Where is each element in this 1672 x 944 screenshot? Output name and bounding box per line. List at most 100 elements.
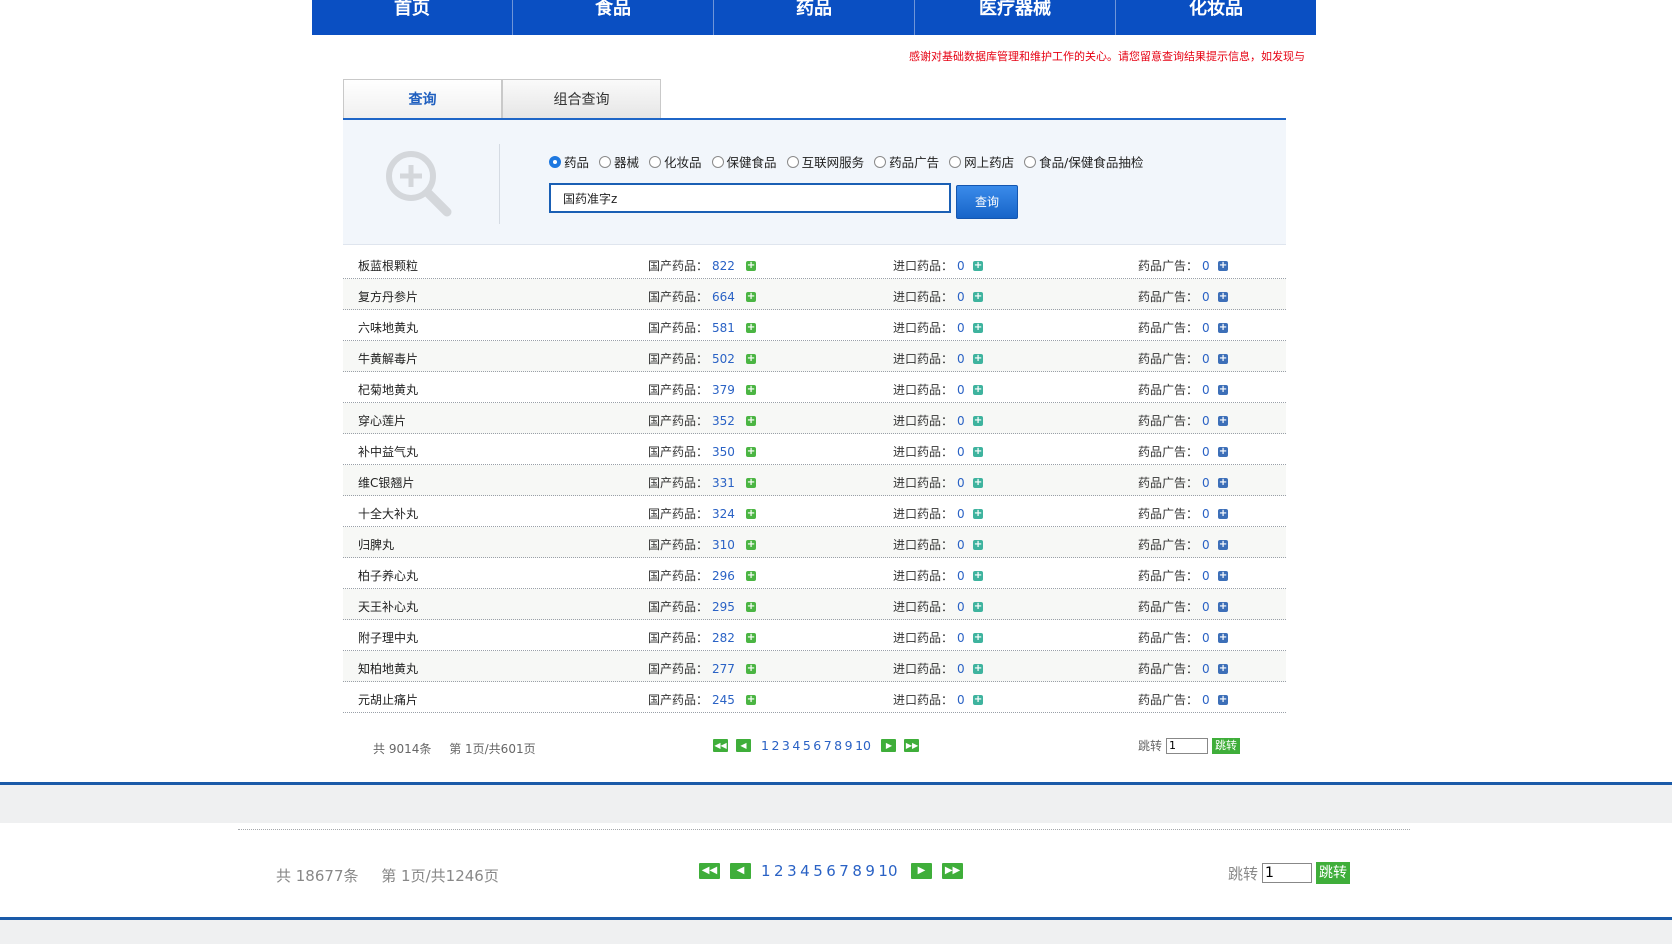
page-link[interactable]: 6 <box>813 738 821 753</box>
plus-icon[interactable]: + <box>746 508 757 519</box>
page-link[interactable]: 5 <box>803 738 811 753</box>
domestic-count[interactable]: 379 <box>712 383 746 397</box>
last-page-icon[interactable]: ▶▶ <box>904 739 920 752</box>
domestic-count[interactable]: 310 <box>712 538 746 552</box>
jump-button[interactable]: 跳转 <box>1316 862 1351 884</box>
nav-medical-devices[interactable]: 医疗器械 <box>915 0 1116 35</box>
first-page-icon[interactable]: ◀◀ <box>699 863 720 879</box>
plus-icon[interactable]: + <box>746 384 757 395</box>
plus-icon[interactable]: + <box>746 632 757 643</box>
jump-page-input[interactable] <box>1166 737 1209 754</box>
ad-count[interactable]: 0 <box>1202 631 1218 645</box>
page-link[interactable]: 7 <box>839 862 849 880</box>
domestic-count[interactable]: 245 <box>712 693 746 707</box>
page-link[interactable]: 2 <box>771 738 779 753</box>
product-name[interactable]: 元胡止痛片 <box>358 691 418 708</box>
ad-count[interactable]: 0 <box>1202 259 1218 273</box>
ad-count[interactable]: 0 <box>1202 476 1218 490</box>
product-name[interactable]: 牛黄解毒片 <box>358 350 418 367</box>
domestic-count[interactable]: 331 <box>712 476 746 490</box>
plus-icon[interactable]: + <box>746 663 757 674</box>
imported-count[interactable]: 0 <box>957 631 973 645</box>
page-link[interactable]: 10 <box>878 862 897 880</box>
plus-icon[interactable]: + <box>1218 415 1229 426</box>
page-link[interactable]: 1 <box>761 738 769 753</box>
ad-count[interactable]: 0 <box>1202 383 1218 397</box>
plus-icon[interactable]: + <box>973 446 984 457</box>
imported-count[interactable]: 0 <box>957 383 973 397</box>
imported-count[interactable]: 0 <box>957 352 973 366</box>
product-name[interactable]: 柏子养心丸 <box>358 567 418 584</box>
radio-food-sampling[interactable]: 食品/保健食品抽检 <box>1024 152 1143 171</box>
product-name[interactable]: 杞菊地黄丸 <box>358 381 418 398</box>
imported-count[interactable]: 0 <box>957 259 973 273</box>
domestic-count[interactable]: 296 <box>712 569 746 583</box>
radio-devices[interactable]: 器械 <box>599 152 639 171</box>
plus-icon[interactable]: + <box>1218 291 1229 302</box>
plus-icon[interactable]: + <box>1218 322 1229 333</box>
imported-count[interactable]: 0 <box>957 662 973 676</box>
product-name[interactable]: 补中益气丸 <box>358 443 418 460</box>
imported-count[interactable]: 0 <box>957 600 973 614</box>
domestic-count[interactable]: 295 <box>712 600 746 614</box>
radio-drugs[interactable]: 药品 <box>549 152 589 171</box>
nav-drugs[interactable]: 药品 <box>714 0 915 35</box>
product-name[interactable]: 十全大补丸 <box>358 505 418 522</box>
imported-count[interactable]: 0 <box>957 445 973 459</box>
plus-icon[interactable]: + <box>1218 570 1229 581</box>
plus-icon[interactable]: + <box>973 260 984 271</box>
plus-icon[interactable]: + <box>973 322 984 333</box>
domestic-count[interactable]: 502 <box>712 352 746 366</box>
imported-count[interactable]: 0 <box>957 476 973 490</box>
last-page-icon[interactable]: ▶▶ <box>942 863 964 879</box>
next-page-icon[interactable]: ▶ <box>911 863 933 879</box>
radio-health-food[interactable]: 保健食品 <box>711 152 777 171</box>
plus-icon[interactable]: + <box>973 415 984 426</box>
plus-icon[interactable]: + <box>973 539 984 550</box>
plus-icon[interactable]: + <box>973 508 984 519</box>
plus-icon[interactable]: + <box>746 260 757 271</box>
page-link[interactable]: 3 <box>787 862 797 880</box>
imported-count[interactable]: 0 <box>957 569 973 583</box>
ad-count[interactable]: 0 <box>1202 445 1218 459</box>
plus-icon[interactable]: + <box>1218 446 1229 457</box>
prev-page-icon[interactable]: ◀ <box>730 863 751 879</box>
ad-count[interactable]: 0 <box>1202 693 1218 707</box>
page-link[interactable]: 4 <box>800 862 810 880</box>
domestic-count[interactable]: 350 <box>712 445 746 459</box>
plus-icon[interactable]: + <box>746 353 757 364</box>
page-link[interactable]: 9 <box>865 862 875 880</box>
ad-count[interactable]: 0 <box>1202 662 1218 676</box>
imported-count[interactable]: 0 <box>957 693 973 707</box>
radio-online-pharmacy[interactable]: 网上药店 <box>949 152 1014 171</box>
product-name[interactable]: 维C银翘片 <box>358 474 414 491</box>
jump-button[interactable]: 跳转 <box>1212 737 1241 754</box>
ad-count[interactable]: 0 <box>1202 507 1218 521</box>
domestic-count[interactable]: 581 <box>712 321 746 335</box>
search-input[interactable] <box>549 183 951 213</box>
imported-count[interactable]: 0 <box>957 321 973 335</box>
plus-icon[interactable]: + <box>746 415 757 426</box>
product-name[interactable]: 板蓝根颗粒 <box>358 257 418 274</box>
first-page-icon[interactable]: ◀◀ <box>713 739 728 752</box>
domestic-count[interactable]: 282 <box>712 631 746 645</box>
plus-icon[interactable]: + <box>973 663 984 674</box>
ad-count[interactable]: 0 <box>1202 352 1218 366</box>
jump-page-input[interactable] <box>1262 863 1313 883</box>
plus-icon[interactable]: + <box>746 446 757 457</box>
ad-count[interactable]: 0 <box>1202 414 1218 428</box>
radio-internet-service[interactable]: 互联网服务 <box>786 152 864 171</box>
nav-home[interactable]: 首页 <box>312 0 513 35</box>
tab-combined-query[interactable]: 组合查询 <box>502 79 661 118</box>
plus-icon[interactable]: + <box>746 291 757 302</box>
plus-icon[interactable]: + <box>973 291 984 302</box>
product-name[interactable]: 穿心莲片 <box>358 412 406 429</box>
next-page-icon[interactable]: ▶ <box>881 739 897 752</box>
page-link[interactable]: 9 <box>845 738 853 753</box>
page-link[interactable]: 1 <box>761 862 771 880</box>
plus-icon[interactable]: + <box>1218 508 1229 519</box>
plus-icon[interactable]: + <box>1218 260 1229 271</box>
plus-icon[interactable]: + <box>973 601 984 612</box>
page-link[interactable]: 6 <box>826 862 836 880</box>
plus-icon[interactable]: + <box>973 353 984 364</box>
